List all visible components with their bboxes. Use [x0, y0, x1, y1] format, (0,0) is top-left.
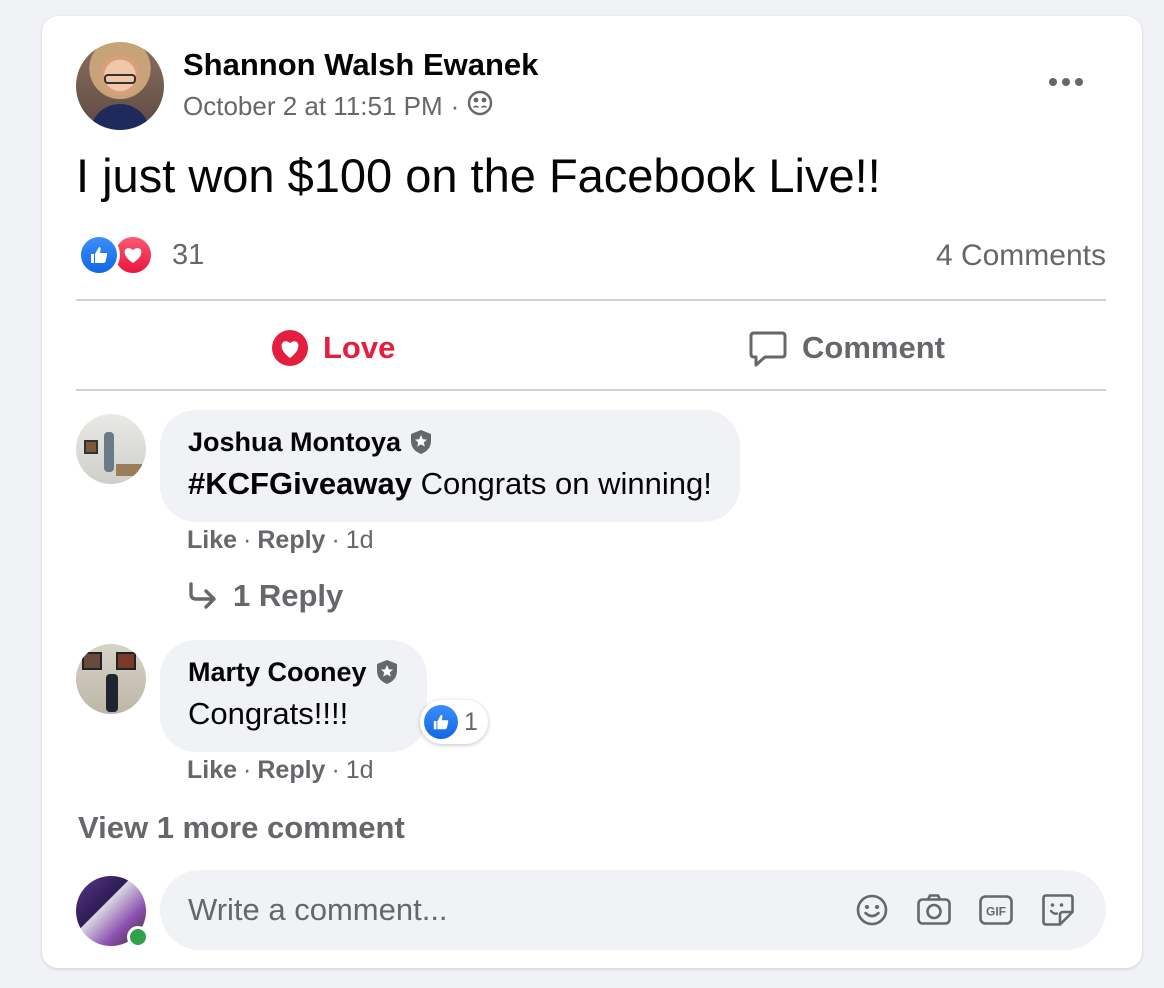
comment-actions: Like · Reply · 1d — [187, 526, 374, 555]
commenter-avatar[interactable] — [76, 644, 146, 714]
author-avatar[interactable] — [76, 42, 164, 130]
svg-text:GIF: GIF — [986, 905, 1006, 919]
comment-author[interactable]: Joshua Montoya — [188, 426, 712, 458]
view-replies-link[interactable]: 1 Reply — [187, 578, 343, 614]
emoji-icon[interactable] — [852, 890, 892, 930]
friends-icon[interactable] — [467, 90, 493, 123]
comment-icon — [749, 331, 787, 367]
divider — [76, 389, 1106, 391]
dot-icon — [1062, 78, 1070, 86]
comment-text: #KCFGiveaway Congrats on winning! — [188, 466, 712, 502]
sticker-icon[interactable] — [1038, 890, 1078, 930]
love-label: Love — [323, 330, 396, 365]
replies-label: 1 Reply — [233, 578, 344, 613]
like-icon — [424, 705, 458, 739]
comment-input[interactable] — [188, 870, 828, 950]
reaction-summary[interactable]: 31 — [78, 234, 204, 276]
comment-author-name[interactable]: Joshua Montoya — [188, 427, 401, 458]
post-timestamp[interactable]: October 2 at 11:51 PM — [183, 91, 443, 122]
comment-like-button[interactable]: Like — [187, 756, 237, 785]
post-meta: October 2 at 11:51 PM · — [183, 90, 493, 123]
reaction-count: 31 — [172, 238, 205, 271]
shield-icon — [376, 660, 397, 684]
more-options-button[interactable] — [1042, 66, 1090, 98]
reply-arrow-icon — [189, 582, 216, 609]
comment-like-button[interactable]: Like — [187, 526, 237, 555]
comment-label: Comment — [802, 330, 945, 365]
shield-icon — [411, 430, 432, 454]
comment-bubble: Marty Cooney Congrats!!!! — [160, 640, 427, 752]
comment-button[interactable]: Comment — [748, 326, 945, 370]
divider — [76, 299, 1106, 301]
online-status-dot — [127, 926, 149, 948]
comment-composer: GIF — [160, 870, 1106, 950]
love-button[interactable]: Love — [271, 326, 395, 370]
comment-body: Congrats on winning! — [412, 466, 712, 501]
dot-icon — [1075, 78, 1083, 86]
comment-bubble: Joshua Montoya #KCFGiveaway Congrats on … — [160, 410, 740, 522]
comment-reply-button[interactable]: Reply — [257, 526, 325, 555]
gif-icon[interactable]: GIF — [976, 890, 1016, 930]
camera-icon[interactable] — [914, 890, 954, 930]
comment-reply-button[interactable]: Reply — [257, 756, 325, 785]
post-card: Shannon Walsh Ewanek October 2 at 11:51 … — [42, 16, 1142, 968]
comment-age[interactable]: 1d — [346, 526, 374, 555]
comment-author[interactable]: Marty Cooney — [188, 656, 399, 688]
like-icon — [78, 234, 120, 276]
post-text: I just won $100 on the Facebook Live!! — [76, 149, 881, 202]
view-more-comments-link[interactable]: View 1 more comment — [78, 810, 405, 846]
comment-reaction-count: 1 — [464, 707, 478, 736]
comments-count-link[interactable]: 4 Comments — [936, 239, 1106, 273]
meta-separator: · — [450, 91, 460, 121]
comment-age[interactable]: 1d — [346, 756, 374, 785]
comment-reaction-badge[interactable]: 1 — [420, 700, 488, 744]
comment-actions: Like · Reply · 1d — [187, 756, 374, 785]
dot-icon — [1049, 78, 1057, 86]
post-author-name[interactable]: Shannon Walsh Ewanek — [183, 47, 538, 83]
love-reaction-icon — [272, 330, 308, 366]
comment-text: Congrats!!!! — [188, 696, 349, 731]
hashtag-link[interactable]: #KCFGiveaway — [188, 466, 412, 501]
comment-author-name[interactable]: Marty Cooney — [188, 657, 367, 688]
commenter-avatar[interactable] — [76, 414, 146, 484]
